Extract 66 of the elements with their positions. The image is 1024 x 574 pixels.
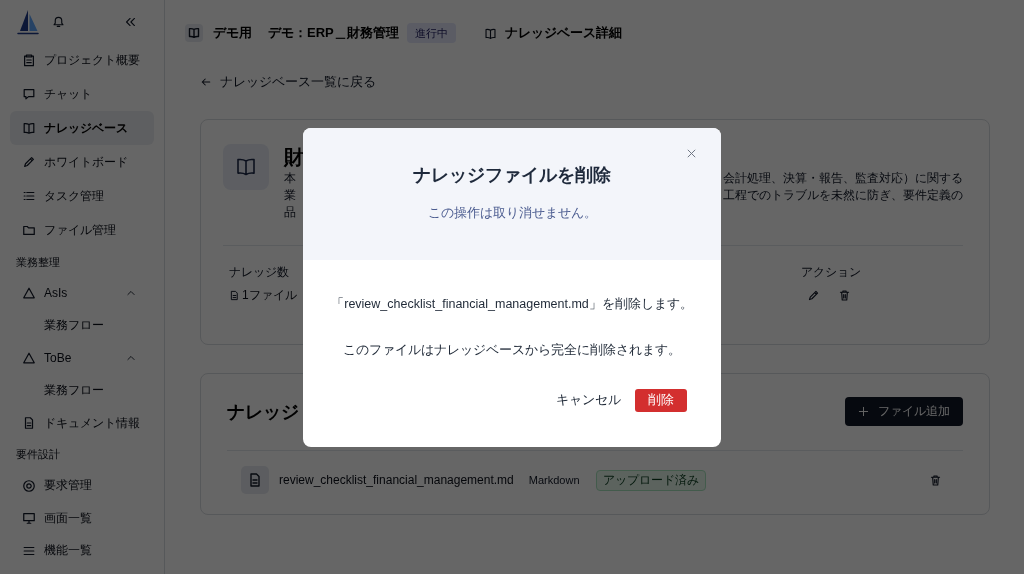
- monitor-icon: [22, 511, 36, 526]
- nav-item[interactable]: 画面一覧: [10, 502, 154, 535]
- folder-icon: [22, 223, 36, 237]
- sail-logo-icon[interactable]: [16, 8, 40, 35]
- book-icon: [185, 24, 203, 42]
- add-file-button[interactable]: ファイル追加: [845, 397, 963, 426]
- actions-label: アクション: [801, 264, 861, 281]
- nav-item[interactable]: タスク管理: [10, 179, 154, 213]
- plus-icon: [858, 406, 869, 417]
- dialog-note: このファイルはナレッジベースから完全に削除されます。: [343, 341, 681, 359]
- status-badge: アップロード済み: [595, 469, 706, 491]
- nav-item[interactable]: AsIs: [10, 277, 154, 310]
- document-icon: [22, 416, 36, 431]
- close-icon[interactable]: [686, 147, 697, 159]
- pencil-icon[interactable]: [807, 289, 820, 302]
- file-name: review_checklist_financial_management.md: [279, 473, 514, 487]
- section-title: ナレッジ: [227, 400, 299, 424]
- chat-bubble-icon: [22, 87, 36, 101]
- dialog-message: 「review_checklist_financial_management.md」を削除します。: [331, 295, 693, 313]
- bell-icon[interactable]: [52, 15, 65, 28]
- section-heading: 業務整理: [15, 254, 60, 270]
- description-text: 本: [284, 170, 296, 187]
- dialog-subtitle: この操作は取り消せません。: [427, 203, 597, 222]
- file-type: Markdown: [528, 474, 580, 486]
- nav-item[interactable]: ナレッジベース: [10, 111, 154, 145]
- nav-item[interactable]: 業務フロー: [10, 309, 154, 342]
- description-text: 業: [284, 187, 296, 204]
- workspace-name[interactable]: デモ用: [213, 24, 252, 42]
- pen-icon: [22, 155, 36, 169]
- trash-icon[interactable]: [838, 289, 851, 302]
- nav-item[interactable]: 要求管理: [10, 469, 154, 502]
- clipboard-icon: [22, 53, 36, 67]
- book-icon: [223, 144, 269, 190]
- section-heading: 要件設計: [15, 447, 60, 462]
- nav-item[interactable]: ホワイトボード: [10, 145, 154, 179]
- document-icon: [229, 290, 240, 301]
- triangle-icon: [22, 286, 36, 301]
- delete-button[interactable]: 削除: [635, 388, 687, 412]
- description-text: 品: [284, 204, 296, 221]
- target-icon: [22, 478, 36, 493]
- nav-item[interactable]: ファイル管理: [10, 213, 154, 247]
- stat-value: 1ファイル: [242, 287, 297, 304]
- file-row[interactable]: review_checklist_financial_management.md Markdown アップロード済み: [227, 460, 963, 500]
- stat-label: ナレッジ数: [229, 264, 289, 281]
- nav-item[interactable]: チャット: [10, 77, 154, 111]
- status-badge: 進行中: [406, 23, 456, 43]
- double-chevron-left-icon[interactable]: [125, 16, 136, 27]
- dialog-title: ナレッジファイルを削除: [413, 163, 611, 187]
- nav-item[interactable]: 機能一覧: [10, 534, 154, 567]
- page-title: ナレッジベース詳細: [504, 24, 622, 42]
- trash-icon[interactable]: [929, 473, 942, 487]
- description-text: 会計処理、決算・報告、監査対応）に関する: [723, 170, 963, 187]
- nav-item[interactable]: ドキュメント情報: [10, 407, 154, 440]
- list-icon: [22, 189, 36, 203]
- book-icon: [483, 26, 497, 40]
- knowledge-base-title: 財: [284, 145, 304, 170]
- arrow-left-icon: [200, 76, 212, 88]
- book-icon: [22, 121, 36, 135]
- nav-item[interactable]: 業務フロー: [10, 374, 154, 407]
- nav-item[interactable]: プロジェクト概要: [10, 43, 154, 77]
- nav-item[interactable]: ToBe: [10, 342, 154, 375]
- project-name[interactable]: デモ：ERP＿財務管理: [268, 24, 399, 42]
- description-text: 工程でのトラブルを未然に防ぎ、要件定義の: [723, 187, 963, 204]
- triangle-icon: [22, 351, 36, 366]
- document-icon: [241, 466, 269, 494]
- cancel-button[interactable]: キャンセル: [556, 388, 621, 412]
